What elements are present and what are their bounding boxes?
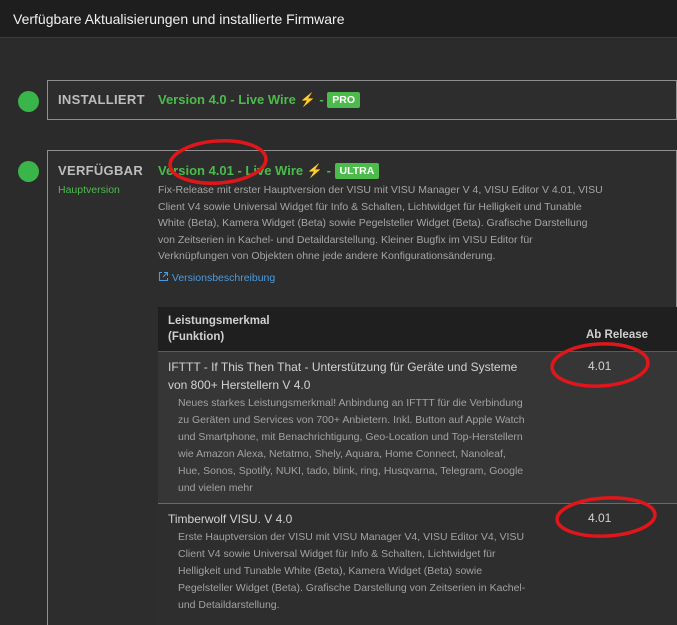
description-line: Client V4 sowie Universal Widget für Inf…	[158, 200, 582, 213]
available-description: Fix-Release mit erster Hauptversion der …	[158, 182, 673, 265]
installed-edition-badge: PRO	[327, 92, 361, 108]
feature-desc-line: Hue, Sonos, Spotify, NUKI, tado, blink, …	[178, 465, 524, 477]
release-notes-link[interactable]: Versionsbeschreibung	[158, 271, 275, 284]
available-version: Version 4.01 - Live Wire ⚡ - ULTRA	[158, 163, 380, 179]
feature-desc-line: zu Geräten und Services von 700+ Anbiete…	[178, 414, 525, 426]
feature-description: Erste Hauptversion der VISU mit VISU Man…	[178, 529, 588, 614]
release-notes-link-label: Versionsbeschreibung	[171, 272, 276, 284]
external-link-icon	[158, 271, 169, 282]
installed-version: Version 4.0 - Live Wire ⚡ - PRO	[158, 92, 361, 108]
feature-desc-line: Neues starkes Leistungsmerkmal! Anbindun…	[178, 397, 523, 409]
installed-version-text: Version 4.0 - Live Wire	[158, 92, 296, 107]
available-status-dot-icon	[18, 161, 39, 182]
feature-title: Timberwolf VISU. V 4.0	[168, 510, 578, 528]
installed-version-separator: -	[319, 92, 324, 107]
description-line: Verknüpfungen von Objekten ohne jede and…	[158, 250, 496, 262]
installed-status-label: INSTALLIERT	[58, 92, 145, 107]
description-line: White (Beta), Kamera Widget (Beta) sowie…	[158, 217, 588, 229]
feature-table-header: Leistungsmerkmal (Funktion) Ab Release	[158, 307, 677, 351]
feature-desc-line: und vielen mehr	[178, 482, 253, 494]
description-line: Fix-Release mit erster Hauptversion der …	[158, 184, 603, 196]
available-version-text: Version 4.01 - Live Wire	[158, 163, 304, 178]
table-row: Timberwolf VISU. V 4.0 Erste Hauptversio…	[158, 503, 677, 625]
feature-desc-line: Helligkeit und Tunable White (Beta), Kam…	[178, 565, 483, 577]
release-column-header[interactable]: Ab Release	[586, 329, 648, 341]
feature-title: IFTTT - If This Then That - Unterstützun…	[168, 358, 578, 394]
available-version-separator: -	[326, 163, 331, 178]
feature-title-line: IFTTT - If This Then That - Unterstützun…	[168, 360, 518, 374]
available-sublabel: Hauptversion	[58, 184, 120, 196]
installed-status-dot-icon	[18, 91, 39, 112]
feature-header-line: Leistungsmerkmal	[168, 315, 270, 327]
feature-header-line: (Funktion)	[168, 331, 225, 343]
feature-desc-line: Pegelsteller Widget (Beta). Grafische Da…	[178, 582, 526, 594]
feature-desc-line: Client V4 sowie Universal Widget für Inf…	[178, 548, 496, 560]
feature-description: Neues starkes Leistungsmerkmal! Anbindun…	[178, 395, 588, 497]
window-titlebar: Verfügbare Aktualisierungen und installi…	[0, 0, 677, 38]
description-line: von Zeitserien in Kachel- und Detaildars…	[158, 233, 533, 246]
window-title: Verfügbare Aktualisierungen und installi…	[13, 11, 345, 27]
lightning-icon: ⚡	[306, 163, 323, 178]
feature-release-value: 4.01	[588, 359, 612, 373]
feature-column-header[interactable]: Leistungsmerkmal (Funktion)	[168, 313, 368, 345]
table-row: IFTTT - If This Then That - Unterstützun…	[158, 351, 677, 503]
available-status-label: VERFÜGBAR	[58, 163, 144, 178]
feature-desc-line: wie Amazon Alexa, Netatmo, Shely, Aquara…	[178, 448, 506, 460]
feature-desc-line: und Smartphone, mit Benachrichtigung, Ge…	[178, 431, 523, 443]
feature-desc-line: und Detaildarstellung.	[178, 599, 280, 611]
feature-release-value: 4.01	[588, 511, 612, 525]
feature-desc-line: Erste Hauptversion der VISU mit VISU Man…	[178, 531, 525, 543]
available-edition-badge: ULTRA	[334, 163, 380, 179]
installed-card: INSTALLIERT Version 4.0 - Live Wire ⚡ - …	[47, 80, 677, 120]
feature-title-line: von 800+ Herstellern V 4.0	[168, 378, 311, 392]
lightning-icon: ⚡	[299, 92, 316, 107]
feature-title-line: Timberwolf VISU. V 4.0	[168, 512, 293, 526]
